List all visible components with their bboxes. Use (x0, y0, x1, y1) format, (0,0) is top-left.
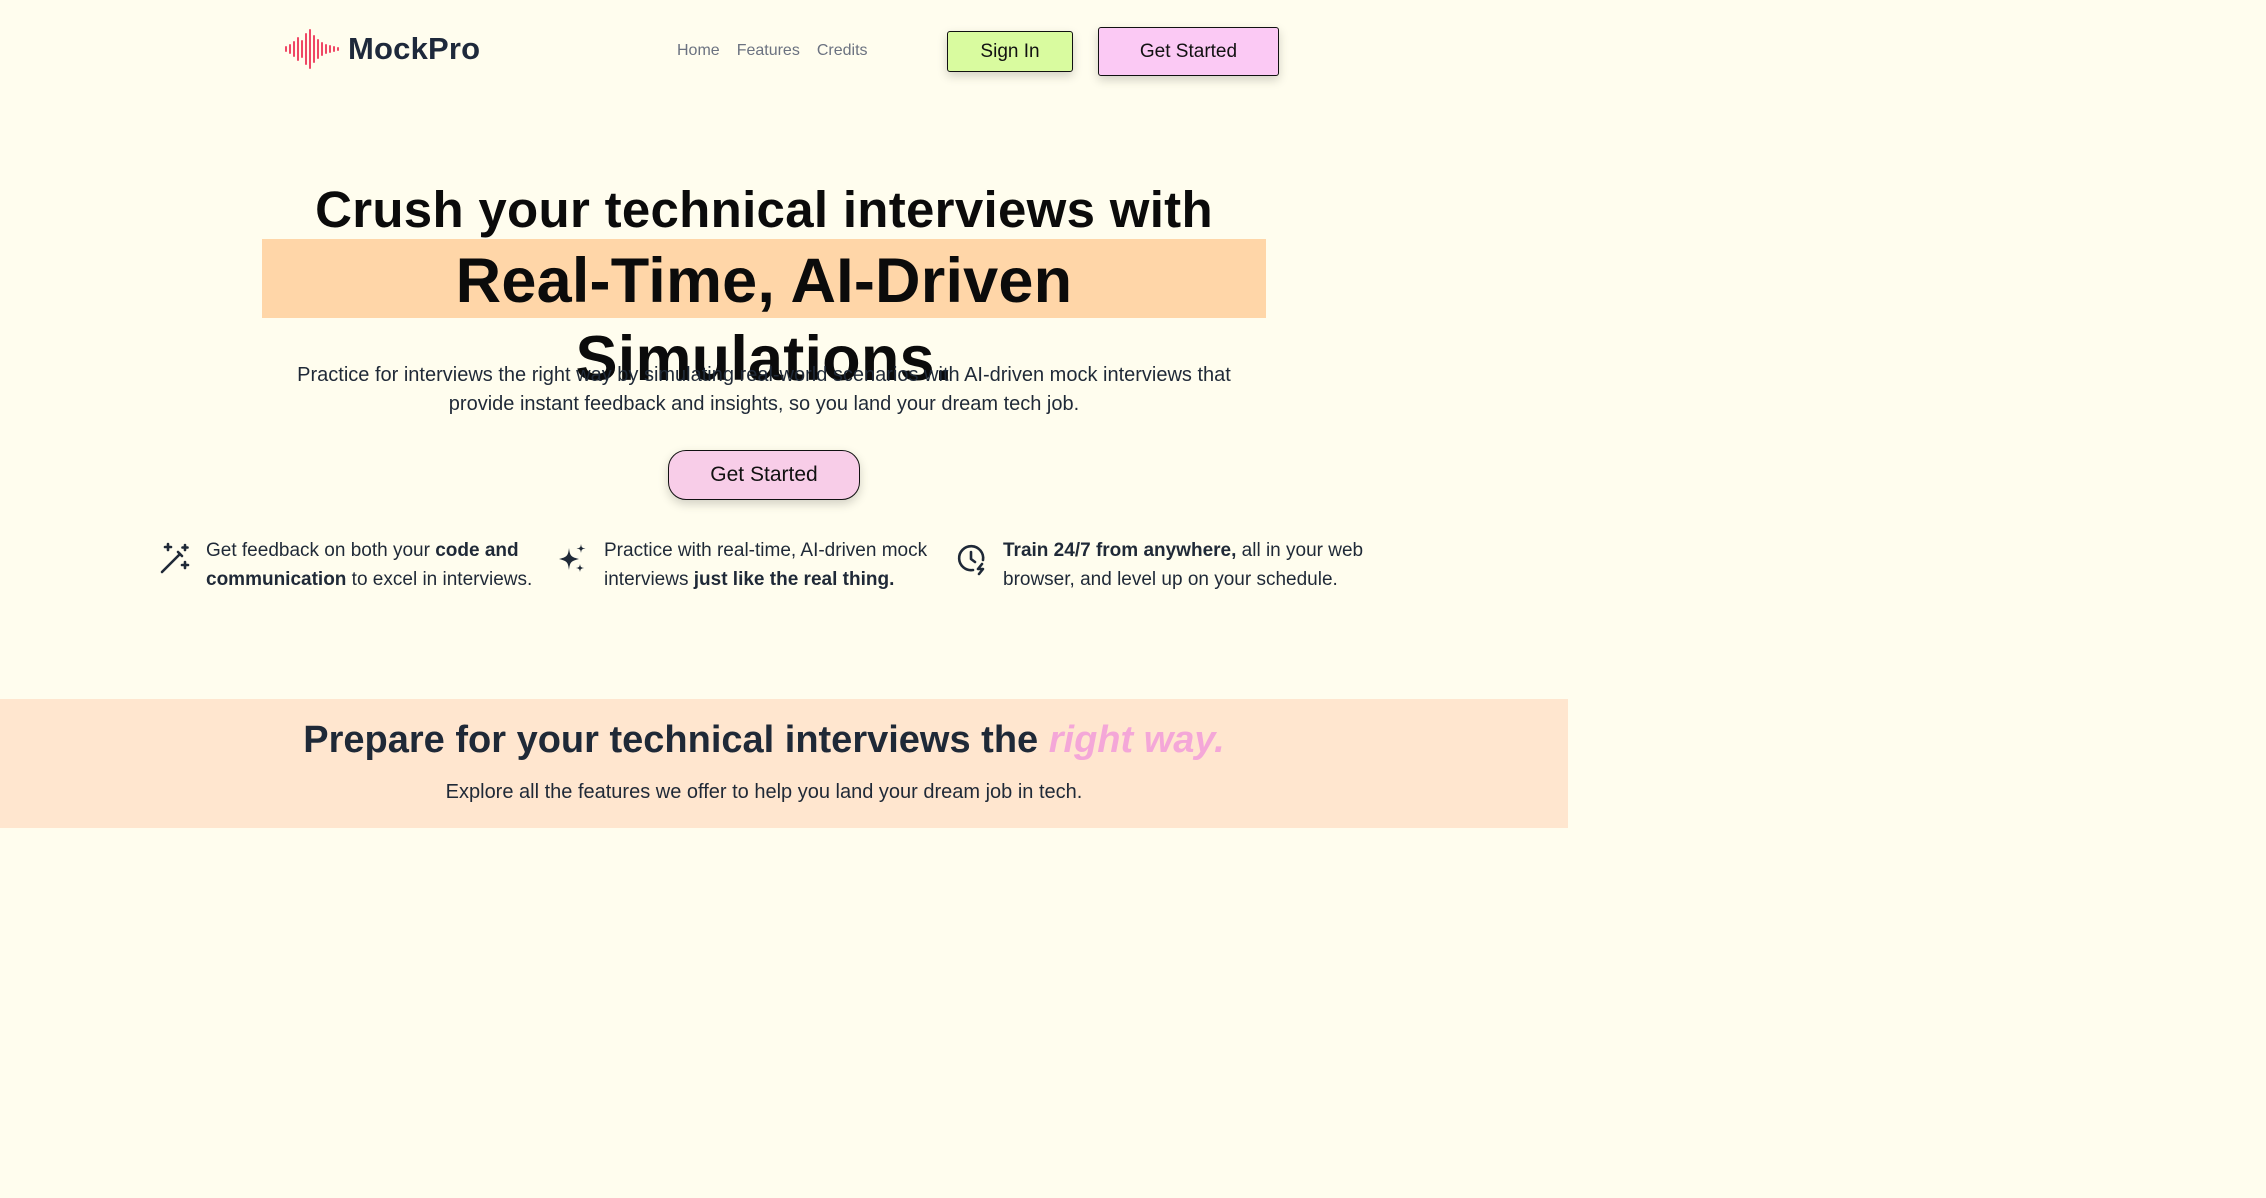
section-title-text: Prepare for your technical interviews th… (303, 719, 1049, 761)
brand-name: MockPro (348, 31, 481, 66)
feature-text: Practice with real-time, AI-driven mock … (604, 536, 936, 594)
sign-in-button[interactable]: Sign In (947, 31, 1073, 72)
section-title: Prepare for your technical interviews th… (0, 719, 1528, 762)
sparkles-icon (559, 544, 586, 572)
hero-title-line1: Crush your technical interviews with (315, 181, 1213, 238)
hero-subtitle: Practice for interviews the right way by… (297, 364, 1231, 415)
feature-train-anywhere: Train 24/7 from anywhere, all in your we… (955, 536, 1385, 594)
features-intro-section: Prepare for your technical interviews th… (0, 699, 1568, 828)
nav-links: Home Features Credits (677, 42, 868, 60)
nav-link-home[interactable]: Home (677, 42, 720, 60)
feature-text-bold: just like the real thing. (693, 569, 895, 590)
brand-logo[interactable]: MockPro (284, 28, 480, 70)
nav-get-started-button[interactable]: Get Started (1098, 27, 1279, 76)
section-subtitle: Explore all the features we offer to hel… (445, 781, 1083, 803)
sound-wave-icon (285, 29, 339, 69)
feature-text-bold: Train 24/7 from anywhere, (1003, 540, 1237, 561)
feature-text-part: Get feedback on both your (206, 540, 436, 561)
feature-text-part: to excel in interviews. (346, 569, 533, 590)
feature-code-feedback: Get feedback on both your code and commu… (158, 536, 548, 594)
magic-wand-icon (160, 542, 190, 574)
nav-link-features[interactable]: Features (737, 42, 800, 60)
nav-link-credits[interactable]: Credits (817, 42, 868, 60)
hero-get-started-button[interactable]: Get Started (668, 450, 860, 500)
feature-realtime-practice: Practice with real-time, AI-driven mock … (556, 536, 936, 594)
top-navbar: MockPro Home Features Credits Sign In Ge… (0, 0, 1568, 104)
feature-text: Train 24/7 from anywhere, all in your we… (1003, 536, 1385, 594)
feature-text: Get feedback on both your code and commu… (206, 536, 548, 594)
clock-bolt-icon (957, 544, 985, 576)
section-title-accent: right way. (1048, 719, 1225, 761)
